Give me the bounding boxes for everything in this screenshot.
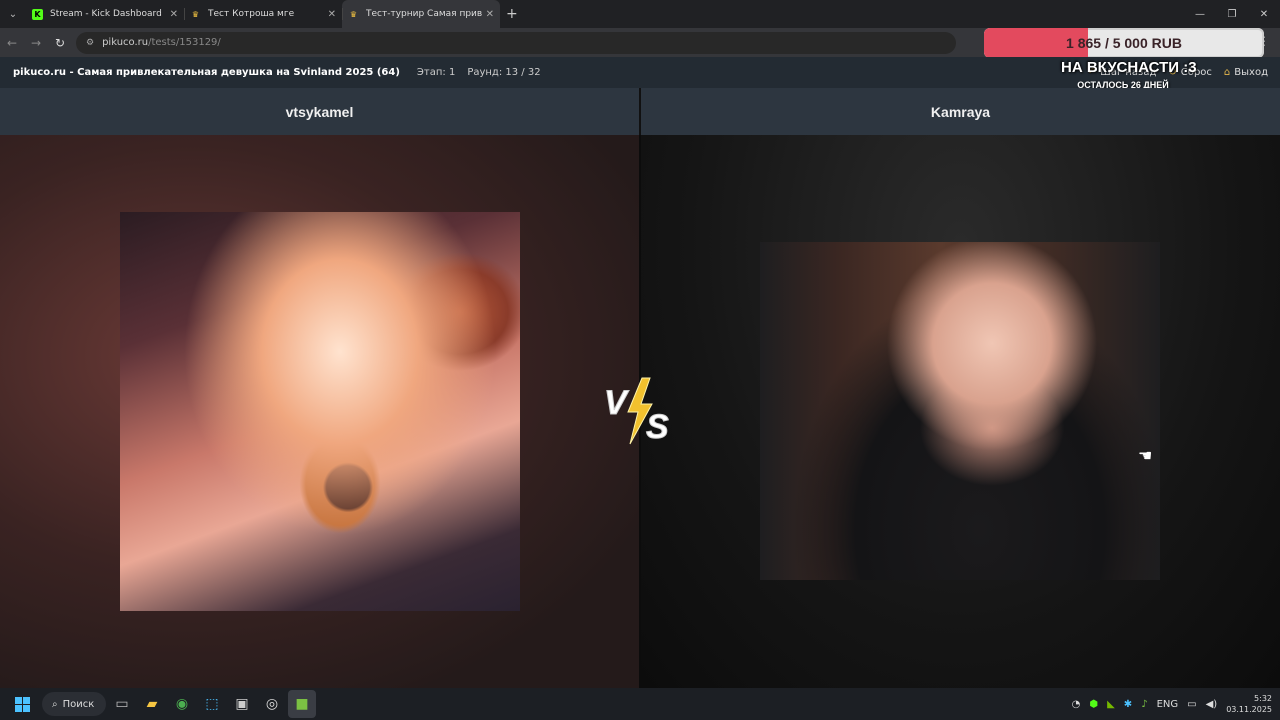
- close-icon[interactable]: ✕: [170, 9, 178, 20]
- contestant-left-photo[interactable]: [120, 212, 520, 611]
- forward-arrow-icon[interactable]: →: [24, 31, 48, 55]
- donation-goal-bar: 1 865 / 5 000 RUB: [984, 28, 1264, 58]
- close-icon[interactable]: ✕: [328, 9, 336, 20]
- tray-app-icon[interactable]: ◔: [1072, 699, 1081, 710]
- tab-title: Stream - Kick Dashboard: [50, 9, 162, 19]
- home-icon: ⌂: [1223, 67, 1231, 78]
- exit-label: Выход: [1234, 67, 1268, 78]
- obs-icon[interactable]: ◎: [258, 690, 286, 718]
- bluetooth-icon[interactable]: ✱: [1124, 699, 1132, 710]
- search-icon: ⌕: [52, 698, 58, 710]
- url-host: pikuco.ru: [102, 37, 149, 48]
- clock-time: 5:32: [1254, 694, 1272, 703]
- tab-title: Тест Котроша мге: [208, 9, 295, 19]
- app-window-icon[interactable]: ▣: [228, 690, 256, 718]
- start-button[interactable]: [8, 690, 36, 718]
- tab-kick-dashboard[interactable]: K Stream - Kick Dashboard ✕: [26, 0, 184, 28]
- page-title: pikuco.ru - Самая привлекательная девушк…: [13, 67, 400, 78]
- tab-title: Тест-турнир Самая привлекат: [366, 9, 482, 19]
- back-arrow-icon[interactable]: ←: [0, 31, 24, 55]
- kick-icon: K: [32, 8, 43, 20]
- nvidia-icon[interactable]: ◣: [1107, 699, 1115, 710]
- system-tray: ◔ ⬢ ◣ ✱ ♪ ENG ▭ ◀) 5:32 03.11.2025: [1072, 688, 1272, 720]
- search-label: Поиск: [62, 698, 95, 710]
- minimize-icon[interactable]: —: [1184, 0, 1216, 28]
- chrome-icon[interactable]: ◉: [168, 690, 196, 718]
- task-view-icon[interactable]: ▭: [108, 690, 136, 718]
- vs-letter-s: S: [646, 408, 669, 446]
- site-info-icon[interactable]: ⚙: [86, 38, 94, 48]
- contestant-right-photo[interactable]: [760, 242, 1160, 580]
- contestant-left-name: vtsykamel: [0, 88, 639, 135]
- close-icon[interactable]: ✕: [486, 9, 494, 20]
- contestant-right-name: Kamraya: [641, 88, 1280, 135]
- new-tab-button[interactable]: +: [506, 6, 518, 22]
- reload-icon[interactable]: ↻: [48, 31, 72, 55]
- vs-letter-v: V: [604, 384, 630, 422]
- clock[interactable]: 5:32 03.11.2025: [1226, 693, 1272, 715]
- tab-test-tournament[interactable]: ♛ Тест-турнир Самая привлекат ✕: [342, 0, 500, 28]
- pikuco-icon: ♛: [349, 9, 358, 19]
- pikuco-icon: ♛: [191, 9, 200, 19]
- hand-cursor-icon: ☚: [1138, 446, 1153, 465]
- tab-strip: ⌄ K Stream - Kick Dashboard ✕ ♛ Тест Кот…: [0, 0, 1280, 28]
- file-explorer-icon[interactable]: ▰: [138, 690, 166, 718]
- kick-tray-icon[interactable]: ⬢: [1089, 699, 1098, 710]
- url-path: /tests/153129/: [148, 37, 221, 48]
- round-label: Раунд: 13 / 32: [467, 67, 541, 78]
- tab-test-kotrosha[interactable]: ♛ Тест Котроша мге ✕: [184, 0, 342, 28]
- language-indicator[interactable]: ENG: [1157, 699, 1179, 710]
- microphone-icon[interactable]: ♪: [1141, 699, 1147, 710]
- snipping-tool-icon[interactable]: ⬚: [198, 690, 226, 718]
- address-bar[interactable]: ⚙ pikuco.ru/tests/153129/: [76, 31, 956, 54]
- taskbar-search[interactable]: ⌕ Поиск: [42, 692, 106, 716]
- network-icon[interactable]: ▭: [1187, 699, 1196, 710]
- clock-date: 03.11.2025: [1226, 705, 1272, 714]
- exit-button[interactable]: ⌂ Выход: [1224, 67, 1268, 78]
- window-controls: — ❐ ✕: [1184, 0, 1280, 28]
- restore-icon[interactable]: ❐: [1216, 0, 1248, 28]
- volume-icon[interactable]: ◀): [1206, 699, 1218, 710]
- close-window-icon[interactable]: ✕: [1248, 0, 1280, 28]
- stage-label: Этап: 1: [416, 67, 456, 78]
- donation-amount: 1 865 / 5 000 RUB: [1066, 35, 1182, 51]
- tab-search-chevron-icon[interactable]: ⌄: [0, 0, 26, 28]
- vs-badge: V S: [604, 377, 670, 447]
- windows-logo-icon: [14, 696, 30, 712]
- donation-caption: НА ВКУСНАСТИ :3: [1061, 59, 1197, 76]
- minecraft-icon[interactable]: ■: [288, 690, 316, 718]
